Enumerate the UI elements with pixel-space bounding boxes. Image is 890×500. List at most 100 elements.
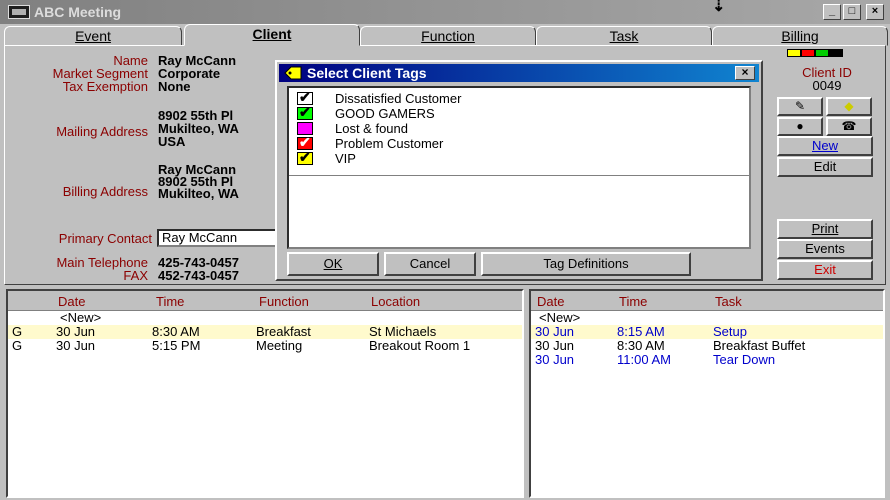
window-title: ABC Meeting [34,4,122,20]
tax-exemption: None [158,79,191,94]
row-time: 11:00 AM [617,352,671,367]
check-icon: ✔ [299,134,311,150]
col-function[interactable]: Function [259,294,309,309]
mailing-label: Mailing Address [56,124,148,139]
tag-label: Dissatisfied Customer [335,91,462,106]
table-row[interactable]: 30 Jun 11:00 AM Tear Down [531,353,883,367]
lightbulb-icon: ● [796,119,804,133]
tag-icon [284,66,302,80]
status-swatch [787,49,801,57]
row-task: Breakfast Buffet [713,338,806,353]
table-row[interactable]: 30 Jun 8:30 AM Breakfast Buffet [531,339,883,353]
row-flag: G [12,324,23,339]
new-task-row[interactable]: <New> [531,311,883,325]
tab-event[interactable]: Event [4,26,182,46]
check-icon: ✔ [299,149,311,165]
list-divider [289,175,749,176]
app-window: ABC Meeting ⇣ _ □ × Event Client Functio… [0,0,890,500]
col-date[interactable]: Date [537,294,564,309]
dialog-title: Select Client Tags [307,65,427,81]
cancel-button[interactable]: Cancel [384,252,476,276]
billing-address: Ray McCann 8902 55th Pl Mukilteo, WA [158,162,239,201]
status-swatch [801,49,815,57]
billing-label: Billing Address [62,184,148,199]
tab-strip: Event Client Function Task Billing [4,24,888,46]
tab-billing[interactable]: Billing [712,26,888,46]
tag-label: Lost & found [335,121,408,136]
events-button[interactable]: Events [777,239,873,259]
row-task: Setup [713,324,747,339]
row-time: 8:30 AM [617,338,665,353]
row-function: Breakfast [256,324,311,339]
row-date: 30 Jun [535,338,575,353]
tag-checkbox[interactable]: ✔ [297,149,313,165]
phone-button[interactable]: ☎ [826,117,872,136]
primary-contact-label: Primary Contact [58,231,152,246]
col-date[interactable]: Date [58,294,85,309]
row-flag: G [12,338,23,353]
print-button[interactable]: Print [777,219,873,239]
fax-number: 452-743-0457 [158,268,239,283]
edit-notes-button[interactable]: ✎ [777,97,823,116]
mailing-address: 8902 55th Pl Mukilteo, WA USA [158,108,239,149]
tag-list: ✔ Dissatisfied Customer ✔ GOOD GAMERS Lo… [287,86,751,249]
check-icon: ✔ [299,104,311,120]
select-client-tags-dialog: Select Client Tags × ✔ Dissatisfied Cust… [275,60,763,281]
app-icon [8,5,30,19]
col-time[interactable]: Time [619,294,647,309]
functions-grid-header: Date Time Function Location [8,291,522,311]
col-location[interactable]: Location [371,294,420,309]
row-function: Meeting [256,338,303,353]
tag-checkbox[interactable]: ✔ [297,104,313,120]
maximize-button[interactable]: □ [843,4,861,20]
new-label: <New> [539,310,581,325]
status-swatch [829,49,843,57]
minimize-button[interactable]: _ [823,4,841,20]
tab-task[interactable]: Task [536,26,712,46]
check-icon: ✔ [299,89,311,105]
new-label: <New> [60,310,102,325]
table-row[interactable]: G 30 Jun 5:15 PM Meeting Breakout Room 1 [8,339,522,353]
status-swatch [815,49,829,57]
functions-grid: Date Time Function Location <New> G 30 J… [6,289,524,498]
table-row[interactable]: 30 Jun 8:15 AM Setup [531,325,883,339]
primary-contact-select[interactable]: Ray McCann [157,229,282,247]
tag-icon: ◆ [844,99,854,113]
row-date: 30 Jun [535,352,575,367]
tab-client[interactable]: Client [184,24,360,46]
tax-label: Tax Exemption [62,79,148,94]
new-function-row[interactable]: <New> [8,311,522,325]
row-location: St Michaels [369,324,437,339]
tag-label: GOOD GAMERS [335,106,435,121]
table-row[interactable]: G 30 Jun 8:30 AM Breakfast St Michaels [8,325,522,339]
tasks-grid-header: Date Time Task [531,291,883,311]
row-time: 5:15 PM [152,338,201,353]
col-task[interactable]: Task [715,294,742,309]
row-date: 30 Jun [56,324,96,339]
row-task: Tear Down [713,352,776,367]
new-button[interactable]: New [777,136,873,156]
client-id-value: 0049 [812,78,842,93]
row-time: 8:15 AM [617,324,665,339]
tag-label: Problem Customer [335,136,444,151]
row-date: 30 Jun [535,324,575,339]
mouse-cursor-icon: ⇣ [712,0,726,15]
close-button[interactable]: × [866,4,884,20]
fax-label: FAX [123,268,148,283]
col-time[interactable]: Time [156,294,184,309]
title-bar: ABC Meeting ⇣ _ □ × [0,0,890,24]
exit-button[interactable]: Exit [777,260,873,280]
tag-definitions-button[interactable]: Tag Definitions [481,252,691,276]
ok-button[interactable]: OK [287,252,379,276]
pencil-icon: ✎ [794,99,806,113]
alert-button[interactable]: ● [777,117,823,136]
tab-function[interactable]: Function [360,26,536,46]
status-color-bar [787,49,843,57]
tags-button[interactable]: ◆ [826,97,872,116]
dialog-close-button[interactable]: × [735,66,755,80]
edit-button[interactable]: Edit [777,157,873,177]
tag-label: VIP [335,151,356,166]
tasks-grid: Date Time Task <New> 30 Jun 8:15 AM Setu… [529,289,885,498]
telephone-icon: ☎ [841,119,857,133]
dialog-title-bar: Select Client Tags × [279,64,759,82]
